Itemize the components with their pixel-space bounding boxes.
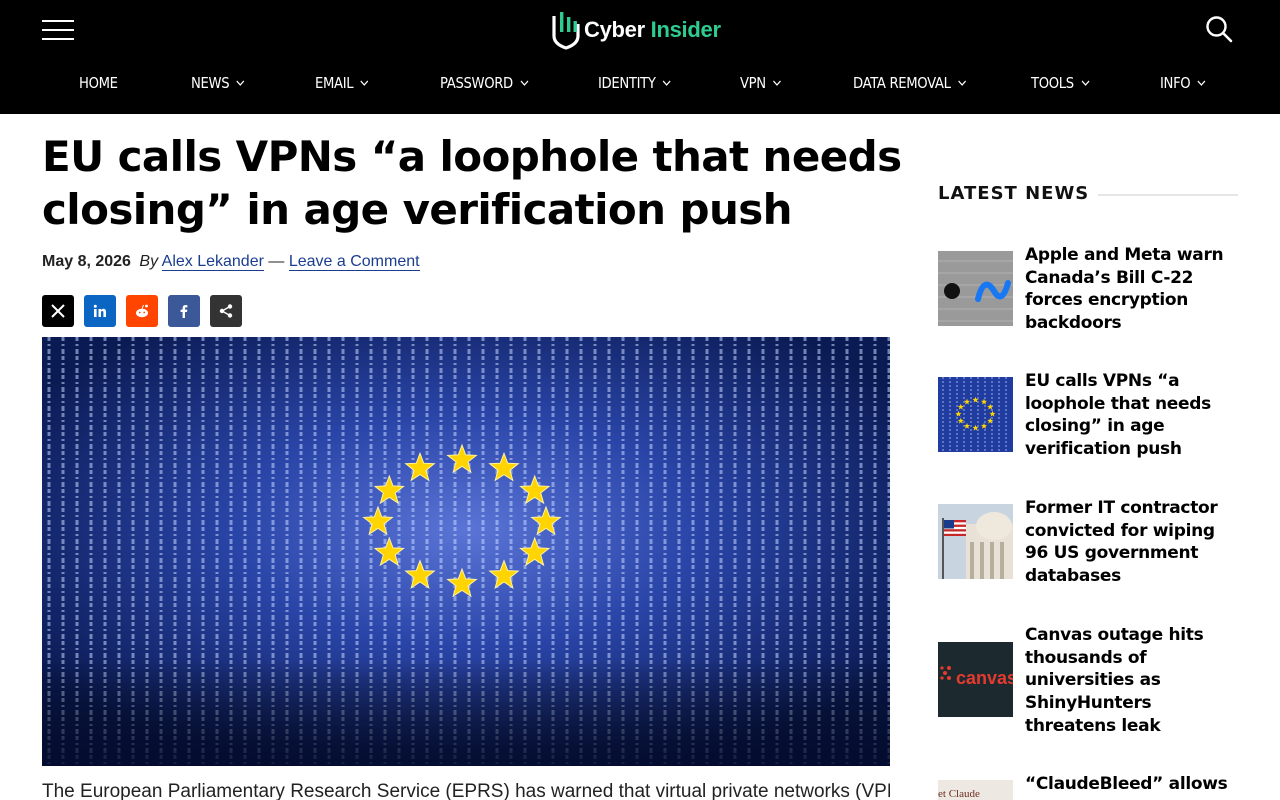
chevron-down-icon (663, 80, 671, 86)
chevron-down-icon (360, 80, 369, 86)
nav-item-home[interactable]: HOME (79, 74, 118, 92)
linkedin-share-button[interactable] (84, 295, 116, 327)
hero-image (42, 337, 890, 766)
linkedin-icon (93, 304, 106, 317)
news-title[interactable]: EU calls VPNs “a loophole that needs clo… (1025, 370, 1235, 461)
chevron-down-icon (520, 80, 529, 86)
site-logo[interactable]: Cyber Insider (550, 8, 721, 52)
menu-icon[interactable] (42, 19, 74, 41)
nav-item-password[interactable]: PASSWORD (440, 74, 529, 92)
logo-text: Cyber Insider (584, 17, 721, 42)
chevron-down-icon (236, 80, 245, 86)
facebook-share-button[interactable] (168, 295, 200, 327)
nav-item-info[interactable]: INFO (1160, 74, 1206, 92)
logo-shield-icon (552, 12, 580, 50)
nav-item-email[interactable]: EMAIL (315, 74, 369, 92)
news-title[interactable]: Canvas outage hits thousands of universi… (1025, 624, 1235, 738)
site-header: Cyber Insider HOME NEWS EMAIL PASSWORD I… (0, 0, 1280, 114)
article-title: EU calls VPNs “a loophole that needs clo… (42, 132, 902, 234)
meta-separator: — (268, 253, 285, 270)
claude-thumbnail[interactable]: et Claude (938, 780, 1013, 800)
share-icon (219, 304, 233, 318)
chevron-down-icon (773, 80, 782, 86)
capitol-flag-thumbnail[interactable] (938, 504, 1013, 579)
article-lead-paragraph: The European Parliamentary Research Serv… (42, 781, 890, 800)
news-title[interactable]: Apple and Meta warn Canada’s Bill C-22 f… (1025, 244, 1235, 335)
author-link[interactable]: Alex Lekander (161, 253, 264, 271)
canvas-logo-thumbnail[interactable]: canvas (938, 642, 1013, 717)
search-icon[interactable] (1204, 14, 1234, 44)
reddit-share-button[interactable] (126, 295, 158, 327)
chevron-down-icon (1081, 80, 1090, 86)
news-title[interactable]: “ClaudeBleed” allows (1025, 773, 1235, 796)
chevron-down-icon (1197, 80, 1206, 86)
byline-prefix: By (139, 253, 159, 270)
reddit-icon (136, 304, 148, 318)
nav-item-data-removal[interactable]: DATA REMOVAL (853, 74, 966, 92)
x-icon (51, 304, 65, 318)
apple-meta-thumbnail[interactable] (938, 251, 1013, 326)
article-date: May 8, 2026 (42, 253, 131, 270)
x-share-button[interactable] (42, 295, 74, 327)
eu-binary-thumbnail[interactable] (938, 377, 1013, 452)
canvas-wordmark: canvas (956, 668, 1013, 688)
nav-item-identity[interactable]: IDENTITY (598, 74, 671, 92)
generic-share-button[interactable] (210, 295, 242, 327)
claude-thumb-text: et Claude (938, 788, 980, 800)
nav-item-tools[interactable]: TOOLS (1031, 74, 1090, 92)
nav-item-vpn[interactable]: VPN (740, 74, 782, 92)
news-title[interactable]: Former IT contractor convicted for wipin… (1025, 497, 1235, 588)
article-meta: May 8, 2026 By Alex Lekander — Leave a C… (42, 253, 420, 271)
nav-item-news[interactable]: NEWS (191, 74, 245, 92)
latest-news-heading: LATEST NEWS (938, 183, 1090, 204)
main-nav: HOME NEWS EMAIL PASSWORD IDENTITY VPN DA… (0, 62, 1280, 108)
facebook-icon (180, 305, 188, 318)
heading-divider (1098, 194, 1238, 196)
chevron-down-icon (958, 80, 966, 86)
eu-stars-binary-illustration (42, 337, 890, 766)
comment-link[interactable]: Leave a Comment (288, 253, 420, 271)
